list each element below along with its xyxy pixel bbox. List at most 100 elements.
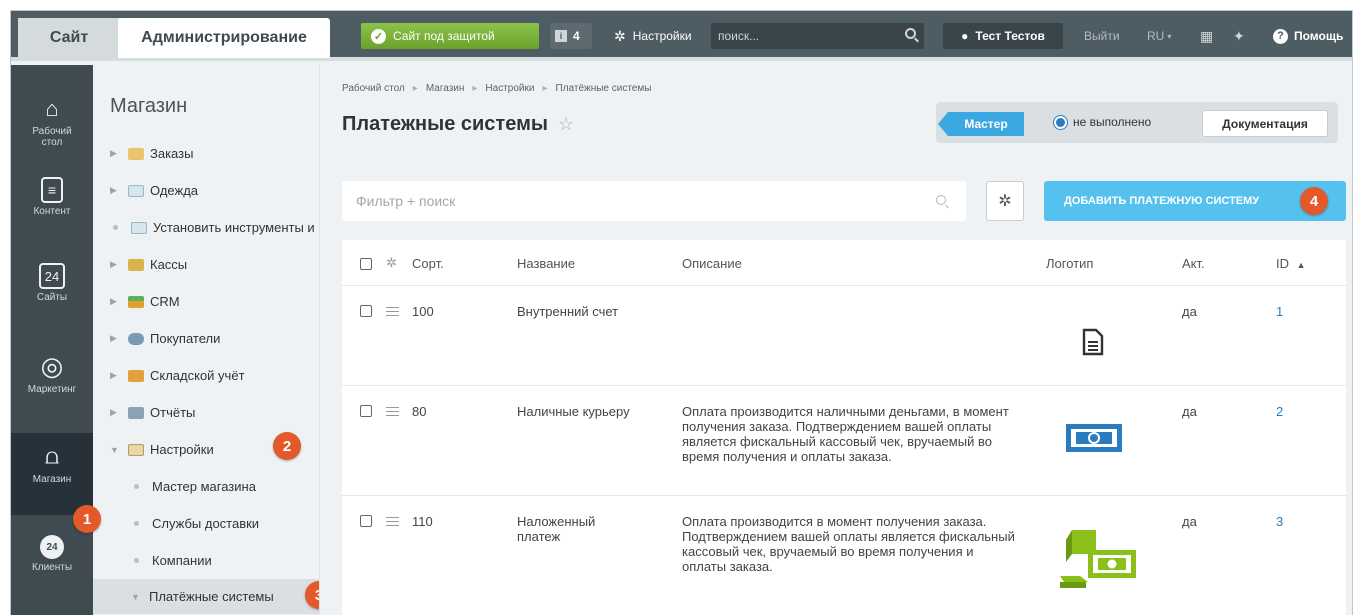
filter-settings-button[interactable]: ✲ [986,181,1024,221]
row-id-link[interactable]: 1 [1276,304,1283,319]
column-sort[interactable]: Сорт. [412,256,444,271]
row-menu-icon[interactable] [386,307,399,316]
clients-24-icon: 24 [40,535,64,559]
menu-item-settings[interactable]: ▼ Настройки [110,442,214,457]
row-sort: 110 [412,514,433,529]
search-icon[interactable] [936,195,946,205]
user-button[interactable]: ● Тест Тестов [943,23,1063,49]
table-row[interactable]: 100 Внутренний счет да 1 [342,286,1346,386]
select-all-checkbox[interactable] [360,258,372,270]
chevron-right-icon[interactable]: ▶ [110,370,122,381]
nav-marketing[interactable]: ◎ Маркетинг [11,351,93,396]
page-title-wrap: Платежные системы ☆ [342,113,574,136]
row-description: Оплата производится наличными деньгами, … [682,404,1009,464]
chevron-right-icon[interactable]: ▶ [110,407,122,418]
menu-item-shop-wizard[interactable]: Мастер магазина [131,479,256,494]
menu-item-label: Настройки [150,442,214,457]
page-title: Платежные системы [342,113,548,135]
menu-item-clothes[interactable]: ▶ Одежда [110,183,198,198]
shield-icon: ✓ [371,28,386,44]
user-name: Тест Тестов [975,29,1045,43]
filter-search-input[interactable]: Фильтр + поиск [342,181,966,221]
menu-item-companies[interactable]: Компании [131,553,212,568]
row-checkbox[interactable] [360,405,372,417]
column-active[interactable]: Акт. [1182,256,1205,271]
breadcrumb-item[interactable]: Настройки [485,83,534,94]
help-button[interactable]: ? Помощь [1273,23,1343,49]
menu-item-customers[interactable]: ▶ Покупатели [110,331,220,346]
pin-icon[interactable]: ✦ [1233,23,1245,49]
gear-icon[interactable]: ✲ [386,255,397,271]
nav-clients[interactable]: 24 Клиенты [11,535,93,573]
row-id-link[interactable]: 2 [1276,404,1283,419]
breadcrumb-item[interactable]: Платёжные системы [556,83,652,94]
chevron-right-icon[interactable]: ▶ [110,259,122,270]
left-nav: ⌂ Рабочий стол ≡ Контент 24 Сайты ◎ Марк… [11,65,93,615]
menu-item-orders[interactable]: ▶ Заказы [110,146,193,161]
menu-item-label: Отчёты [150,405,196,420]
table-row[interactable]: 80 Наличные курьеру Оплата производится … [342,386,1346,496]
nav-sites[interactable]: 24 Сайты [11,263,93,303]
chevron-right-icon[interactable]: ▶ [110,296,122,307]
menu-item-label: Платёжные системы [149,589,274,604]
section-menu: Магазин ▶ Заказы ▶ Одежда Установить инс… [73,65,333,615]
nav-desktop[interactable]: ⌂ Рабочий стол [11,93,93,148]
menu-item-install-tools[interactable]: Установить инструменты и [110,220,315,235]
chevron-right-icon[interactable]: ▶ [110,148,122,159]
row-checkbox[interactable] [360,515,372,527]
site-protected-button[interactable]: ✓ Сайт под защитой [361,23,539,49]
menu-item-cashboxes[interactable]: ▶ Кассы [110,257,187,272]
help-icon: ? [1273,28,1288,44]
settings-button[interactable]: ✲ Настройки [614,23,692,49]
warehouse-icon [128,369,144,382]
crm-filter-icon [128,295,144,308]
nav-shop[interactable]: ⩍ Магазин [11,433,93,515]
tab-admin[interactable]: Администрирование [118,18,330,58]
step-badge-2: 2 [273,432,301,460]
column-id[interactable]: ID ▲ [1276,256,1306,271]
column-logo[interactable]: Логотип [1046,256,1093,271]
chevron-right-icon[interactable]: ▶ [110,333,122,344]
help-label: Помощь [1294,29,1344,43]
menu-item-crm[interactable]: ▶ CRM [110,294,180,309]
table-header: ✲ Сорт. Название Описание Логотип Акт. I… [342,240,1346,286]
logout-link[interactable]: Выйти [1084,23,1120,49]
calendar-24-icon: 24 [39,263,65,289]
calendar-icon[interactable]: ▦ [1200,23,1213,49]
column-name[interactable]: Название [517,256,575,271]
row-name: Наложенный платеж [517,514,596,544]
search-input[interactable]: поиск... [711,23,924,49]
row-name: Внутренний счет [517,304,619,319]
chevron-right-icon[interactable]: ▶ [110,185,122,196]
step-badge-1: 1 [73,505,101,533]
cash-logo-icon [1064,421,1126,458]
row-id-link[interactable]: 3 [1276,514,1283,529]
search-icon[interactable] [905,28,916,39]
breadcrumb-item[interactable]: Рабочий стол [342,83,405,94]
language-selector[interactable]: RU ▾ [1147,23,1171,49]
documentation-button[interactable]: Документация [1202,110,1328,137]
menu-item-reports[interactable]: ▶ Отчёты [110,405,195,420]
tab-site[interactable]: Сайт [18,18,120,58]
menu-item-delivery[interactable]: Службы доставки [131,516,259,531]
column-description[interactable]: Описание [682,256,742,271]
breadcrumb-item[interactable]: Магазин [426,83,465,94]
search-placeholder: поиск... [718,29,760,43]
row-checkbox[interactable] [360,305,372,317]
notifications-button[interactable]: i 4 [550,23,592,49]
breadcrumb: Рабочий стол ▸ Магазин ▸ Настройки ▸ Платёжные… [342,83,651,94]
menu-item-warehouse[interactable]: ▶ Складской учёт [110,368,245,383]
row-menu-icon[interactable] [386,517,399,526]
table-row[interactable]: 110 Наложенный платеж Оплата производитс… [342,496,1346,615]
menu-item-payment-systems[interactable]: ▼ Платёжные системы [93,579,319,614]
menu-item-label: Службы доставки [152,516,260,531]
chevron-down-icon: ▾ [1167,31,1172,41]
wizard-button[interactable]: Мастер [938,112,1024,136]
star-icon[interactable]: ☆ [558,114,574,134]
menu-item-label: CRM [150,294,180,309]
row-menu-icon[interactable] [386,407,399,416]
row-description: Оплата производится в момент получения з… [682,514,1015,574]
menu-title: Магазин [110,95,188,117]
chevron-down-icon[interactable]: ▼ [110,445,122,455]
nav-content[interactable]: ≡ Контент [11,177,93,217]
